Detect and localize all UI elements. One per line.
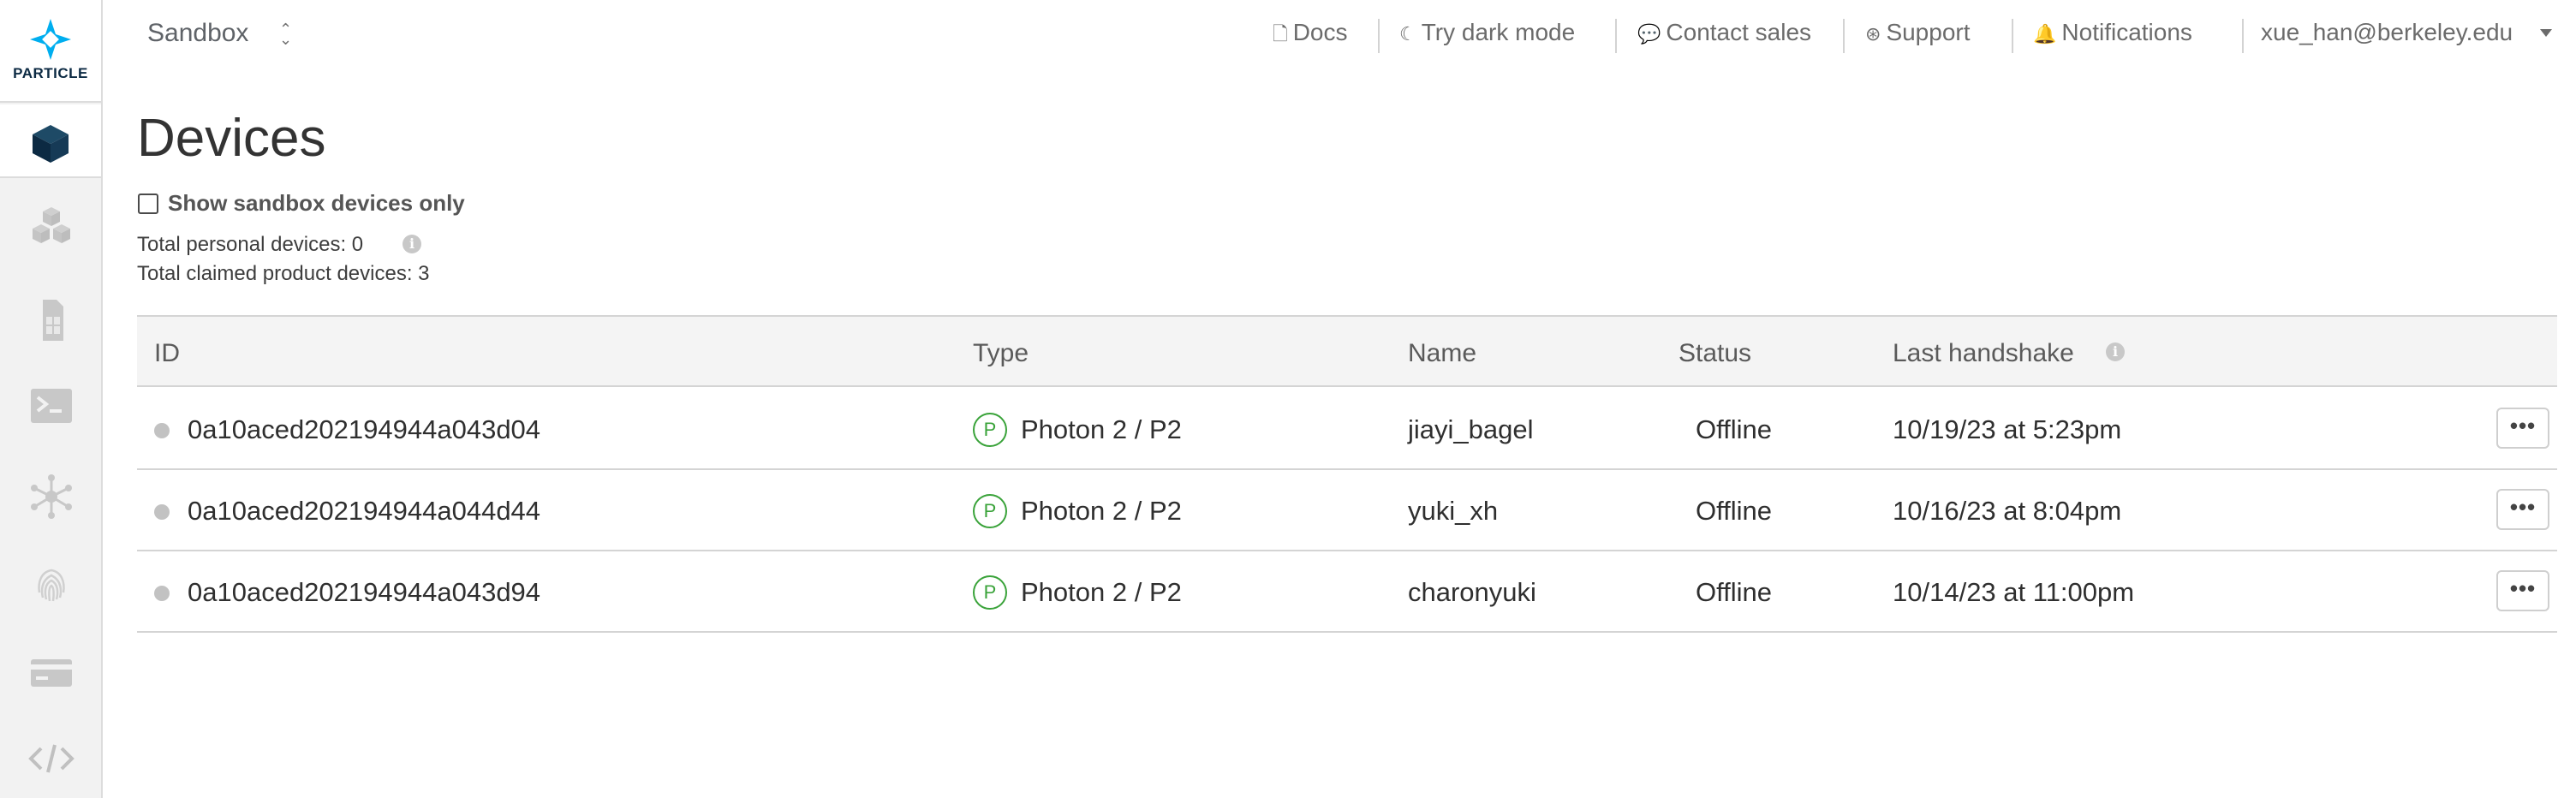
device-id[interactable]: 0a10aced202194944a043d94 [188,577,540,608]
device-name: yuki_xh [1408,496,1499,526]
dark-mode-toggle[interactable]: ☾ Try dark mode [1399,19,1575,53]
photon-type-icon: P [973,575,1007,610]
last-handshake: 10/19/23 at 5:23pm [1893,414,2122,444]
user-menu[interactable]: xue_han@berkeley.edu [2261,19,2513,53]
device-status: Offline [1696,577,1773,607]
device-id[interactable]: 0a10aced202194944a043d04 [188,414,540,445]
device-status: Offline [1696,414,1773,444]
logo-text: PARTICLE [13,65,88,81]
device-status: Offline [1696,496,1773,526]
nav-divider [2012,19,2013,53]
chat-icon: 💬 [1637,23,1661,45]
device-type: Photon 2 / P2 [1021,496,1182,526]
total-personal-devices: Total personal devices: 0 [137,233,364,256]
device-id[interactable]: 0a10aced202194944a044d44 [188,496,540,527]
photon-type-icon: P [973,413,1007,447]
nav-divider [1615,19,1617,53]
sidebar-item-developer[interactable] [0,718,101,786]
device-type: Photon 2 / P2 [1021,414,1182,444]
more-actions-button[interactable]: ••• [2496,489,2549,530]
more-actions-button[interactable]: ••• [2496,408,2549,449]
caret-down-icon[interactable] [2540,29,2552,37]
table-header: ID Type Name Status Last handshake i [137,315,2557,387]
column-header-name[interactable]: Name [1408,339,1476,368]
nav-divider [1843,19,1845,53]
device-name: charonyuki [1408,577,1536,607]
sandbox-only-checkbox[interactable] [138,194,158,214]
status-dot [154,586,170,601]
status-dot [154,504,170,520]
sim-card-icon [43,300,63,341]
photon-type-icon: P [973,494,1007,528]
sidebar-item-billing[interactable] [0,632,101,700]
bell-icon: 🔔 [2033,23,2057,45]
cubes-icon [33,207,70,243]
column-header-last-handshake[interactable]: Last handshake [1893,339,2074,368]
sidebar: PARTICLE [0,0,103,798]
last-handshake: 10/16/23 at 8:04pm [1893,496,2122,526]
status-dot [154,423,170,438]
moon-icon: ☾ [1399,23,1416,45]
total-claimed-devices: Total claimed product devices: 3 [137,262,430,285]
more-actions-button[interactable]: ••• [2496,570,2549,611]
notifications-link[interactable]: 🔔 Notifications [2033,19,2192,53]
device-name: jiayi_bagel [1408,414,1534,444]
credit-card-icon [31,659,72,687]
sidebar-item-devices[interactable] [0,104,101,178]
sidebar-item-authentication[interactable] [0,545,101,613]
contact-sales-link[interactable]: 💬 Contact sales [1637,19,1811,53]
code-icon [28,744,75,773]
table-row[interactable]: 0a10aced202194944a043d94 P Photon 2 / P2… [137,551,2557,633]
sidebar-item-sims[interactable] [0,279,101,348]
sandbox-only-label[interactable]: Show sandbox devices only [168,190,465,217]
particle-logo-icon [30,19,71,60]
org-selector[interactable]: Sandbox [147,19,248,48]
nav-divider [2242,19,2244,53]
cube-icon [33,125,69,163]
nav-divider [1378,19,1380,53]
docs-link[interactable]: 🗋 Docs [1273,19,1348,53]
lifebuoy-icon: ⊛ [1865,23,1881,45]
column-header-id[interactable]: ID [154,339,180,368]
sidebar-item-console[interactable] [0,365,101,433]
page-title: Devices [137,109,326,168]
table-row[interactable]: 0a10aced202194944a043d04 P Photon 2 / P2… [137,389,2557,470]
chevron-up-down-icon[interactable]: ⌃ ⌄ [279,21,292,47]
info-icon[interactable]: i [402,235,421,253]
document-icon: 🗋 [1273,23,1288,45]
particle-logo[interactable]: PARTICLE [0,0,101,103]
column-header-status[interactable]: Status [1679,339,1751,368]
sidebar-item-products[interactable] [0,190,101,259]
info-icon[interactable]: i [2106,342,2125,361]
network-icon [31,474,72,519]
terminal-icon [31,389,72,423]
sidebar-item-integrations[interactable] [0,456,101,524]
column-header-type[interactable]: Type [973,339,1029,368]
table-row[interactable]: 0a10aced202194944a044d44 P Photon 2 / P2… [137,470,2557,551]
last-handshake: 10/14/23 at 11:00pm [1893,577,2135,607]
device-type: Photon 2 / P2 [1021,577,1182,607]
support-link[interactable]: ⊛ Support [1865,19,1971,53]
fingerprint-icon [38,569,65,602]
